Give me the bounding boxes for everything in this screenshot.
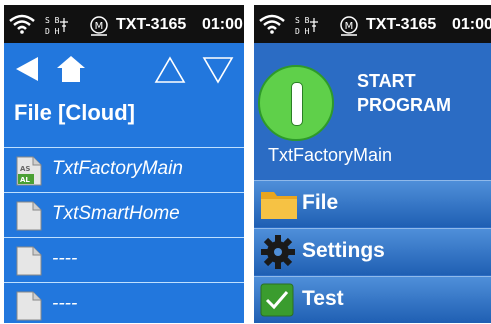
wifi-icon	[259, 14, 285, 34]
svg-text:S B: S B	[295, 16, 310, 25]
menu-label: Test	[302, 287, 344, 310]
file-icon	[16, 291, 42, 321]
usb-icon: S B D H	[45, 16, 68, 36]
device-id: TXT-3165	[366, 16, 437, 33]
clock: 01:00	[452, 16, 491, 33]
menu-label: Settings	[302, 239, 385, 262]
file-item[interactable]: AS AL TxtFactoryMain	[4, 148, 244, 191]
file-item[interactable]: ----	[4, 283, 244, 323]
asal-file-icon: AS AL	[16, 156, 42, 186]
file-item[interactable]: ----	[4, 238, 244, 281]
start-program-label: START PROGRAM	[357, 71, 451, 115]
main-menu-screen: S B D H M TXT-3165 01:00 START PROGRAM T…	[254, 5, 491, 323]
home-icon[interactable]	[56, 54, 86, 84]
file-name: ----	[52, 293, 78, 314]
program-name: TxtFactoryMain	[268, 145, 393, 165]
menu-label: File	[302, 191, 339, 214]
svg-text:AL: AL	[20, 176, 30, 184]
file-item[interactable]: TxtSmartHome	[4, 193, 244, 236]
motor-icon: M	[340, 16, 358, 36]
checkmark-icon	[260, 283, 294, 317]
file-icon	[16, 201, 42, 231]
menu-item-settings[interactable]: Settings	[254, 228, 491, 275]
menu-item-test[interactable]: Test	[254, 276, 491, 323]
svg-text:M: M	[95, 21, 104, 32]
scroll-down-icon[interactable]	[202, 55, 234, 85]
file-name: TxtSmartHome	[52, 203, 180, 224]
usb-icon: S B D H	[295, 16, 318, 36]
motor-icon: M	[90, 16, 108, 36]
scroll-up-icon[interactable]	[154, 55, 186, 85]
status-bar: S B D H M TXT-3165 01:00	[254, 5, 491, 43]
start-program-button[interactable]	[258, 65, 334, 141]
svg-text:D H: D H	[295, 27, 310, 36]
svg-text:D H: D H	[45, 27, 60, 36]
clock: 01:00	[202, 16, 243, 33]
svg-text:AS: AS	[20, 165, 30, 173]
back-arrow-icon[interactable]	[14, 55, 40, 83]
wifi-icon	[9, 14, 35, 34]
program-indicator-icon	[291, 82, 303, 126]
file-name: TxtFactoryMain	[52, 158, 183, 179]
file-icon	[16, 246, 42, 276]
gear-icon	[261, 235, 295, 269]
screen-title: File [Cloud]	[14, 100, 135, 125]
menu-item-file[interactable]: File	[254, 180, 491, 227]
file-browser-screen: S B D H M TXT-3165 01:00 File [Cloud] AS…	[4, 5, 244, 323]
device-id: TXT-3165	[116, 16, 187, 33]
file-name: ----	[52, 248, 78, 269]
svg-text:S B: S B	[45, 16, 60, 25]
status-bar: S B D H M TXT-3165 01:00	[4, 5, 244, 43]
svg-text:M: M	[345, 21, 354, 32]
folder-icon	[261, 192, 297, 219]
